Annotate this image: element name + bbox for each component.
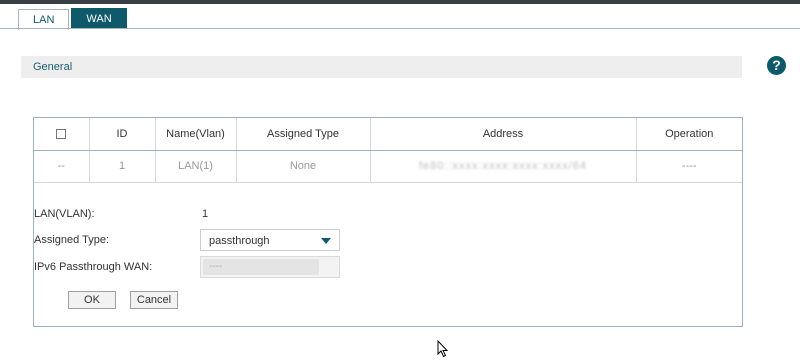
assigned-type-select[interactable]: passthrough — [200, 229, 340, 251]
form-row-lan: LAN(VLAN): 1 — [34, 203, 434, 225]
tab-strip: LAN WAN — [18, 8, 129, 30]
row-id: 1 — [89, 150, 156, 183]
passthrough-wan-value: ---- — [203, 259, 319, 275]
row-assigned-type: None — [236, 150, 371, 183]
tab-wan[interactable]: WAN — [71, 8, 127, 29]
cancel-button[interactable]: Cancel — [130, 291, 178, 309]
column-header-operation: Operation — [636, 118, 742, 151]
assigned-type-value: passthrough — [209, 235, 270, 247]
column-header-name: Name(Vlan) — [155, 118, 237, 151]
row-address-value: fe80::xxxx:xxxx:xxxx:xxxx/64 — [419, 160, 587, 172]
row-operation: ---- — [636, 150, 742, 183]
top-bar — [0, 0, 800, 4]
select-all-checkbox[interactable] — [56, 128, 67, 139]
column-header-assigned-type: Assigned Type — [236, 118, 371, 151]
row-select-cell: -- — [34, 150, 90, 183]
lan-table: ID Name(Vlan) Assigned Type Address Oper… — [34, 118, 742, 183]
table-header-row: ID Name(Vlan) Assigned Type Address Oper… — [34, 118, 742, 151]
section-title: General — [33, 61, 73, 73]
row-name: LAN(1) — [155, 150, 237, 183]
table-row[interactable]: -- 1 LAN(1) None fe80::xxxx:xxxx:xxxx:xx… — [34, 150, 742, 183]
question-circle-icon[interactable]: ? — [767, 56, 786, 75]
form-row-assigned-type: Assigned Type: passthrough — [34, 229, 434, 251]
lan-vlan-label: LAN(VLAN): — [34, 208, 95, 220]
assigned-type-label: Assigned Type: — [34, 234, 110, 246]
column-header-id: ID — [89, 118, 156, 151]
form-row-passthrough-wan: IPv6 Passthrough WAN: ---- — [34, 256, 434, 278]
row-address: fe80::xxxx:xxxx:xxxx:xxxx/64 — [370, 150, 637, 183]
passthrough-wan-label: IPv6 Passthrough WAN: — [34, 261, 153, 273]
mouse-cursor-icon — [437, 340, 449, 358]
dropdown-arrow-icon — [321, 238, 331, 244]
ok-button[interactable]: OK — [68, 291, 116, 309]
column-header-address: Address — [370, 118, 637, 151]
passthrough-wan-select[interactable]: ---- — [200, 256, 340, 278]
tab-divider — [0, 28, 800, 29]
lan-vlan-value: 1 — [202, 208, 209, 220]
tab-lan[interactable]: LAN — [18, 9, 70, 30]
section-header-general: General — [21, 56, 742, 78]
select-all-cell — [34, 118, 90, 151]
